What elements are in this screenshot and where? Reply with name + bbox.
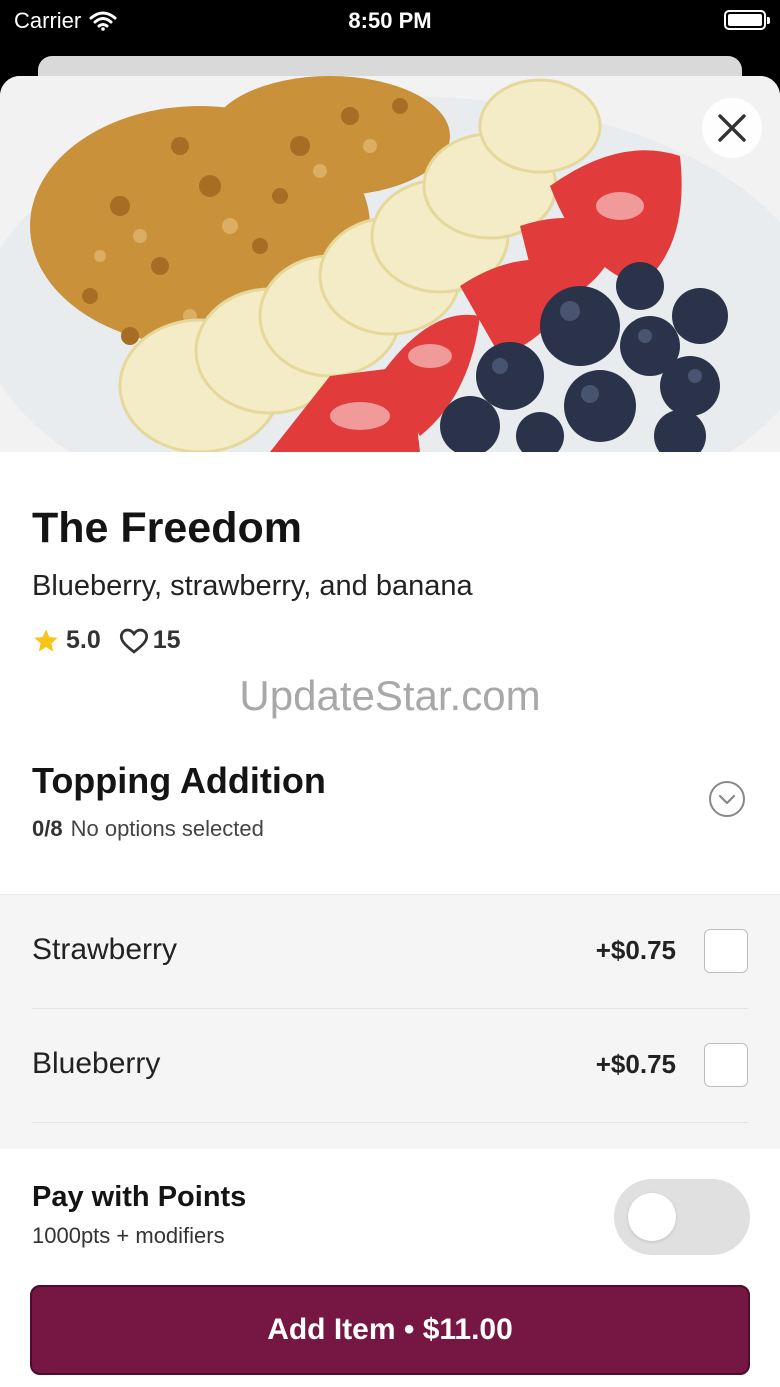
item-photo bbox=[0, 76, 780, 452]
item-stats: 5.0 15 bbox=[32, 626, 181, 655]
rating-value: 5.0 bbox=[66, 626, 101, 654]
add-item-button[interactable]: Add Item • $11.00 bbox=[30, 1285, 750, 1375]
topping-options-list: Strawberry +$0.75 Blueberry +$0.75 bbox=[0, 894, 780, 1154]
option-row-blueberry[interactable]: Blueberry +$0.75 bbox=[32, 1009, 748, 1123]
option-checkbox[interactable] bbox=[704, 929, 748, 973]
star-icon bbox=[34, 628, 58, 651]
option-name: Strawberry bbox=[32, 933, 178, 966]
topping-section-title: Topping Addition bbox=[32, 760, 326, 801]
item-name: The Freedom bbox=[32, 504, 302, 552]
selection-count: 0/8 bbox=[32, 816, 63, 841]
item-detail-sheet: The Freedom Blueberry, strawberry, and b… bbox=[0, 76, 780, 1387]
watermark: UpdateStar.com bbox=[239, 672, 541, 719]
option-checkbox[interactable] bbox=[704, 1043, 748, 1087]
pay-with-points-title: Pay with Points bbox=[32, 1181, 247, 1213]
option-name: Blueberry bbox=[32, 1047, 161, 1080]
footer-bar: Pay with Points 1000pts + modifiers Add … bbox=[0, 1149, 780, 1387]
topping-section-status: 0/8 No options selected bbox=[32, 816, 264, 842]
status-bar: Carrier 8:50 PM bbox=[0, 0, 780, 56]
status-time: 8:50 PM bbox=[348, 8, 432, 33]
pay-with-points-toggle[interactable] bbox=[614, 1179, 750, 1255]
option-row-strawberry[interactable]: Strawberry +$0.75 bbox=[32, 895, 748, 1009]
item-description: Blueberry, strawberry, and banana bbox=[32, 570, 473, 602]
close-icon bbox=[718, 114, 746, 142]
chevron-down-icon[interactable] bbox=[708, 780, 746, 818]
selection-status: No options selected bbox=[70, 816, 264, 841]
option-price: +$0.75 bbox=[595, 1049, 676, 1079]
pay-with-points-subtitle: 1000pts + modifiers bbox=[32, 1223, 225, 1248]
close-button[interactable] bbox=[702, 98, 762, 158]
likes-count: 15 bbox=[152, 626, 181, 654]
battery-icon bbox=[724, 10, 770, 30]
toggle-knob bbox=[628, 1193, 676, 1241]
heart-icon[interactable] bbox=[119, 627, 149, 655]
option-price: +$0.75 bbox=[595, 935, 676, 965]
